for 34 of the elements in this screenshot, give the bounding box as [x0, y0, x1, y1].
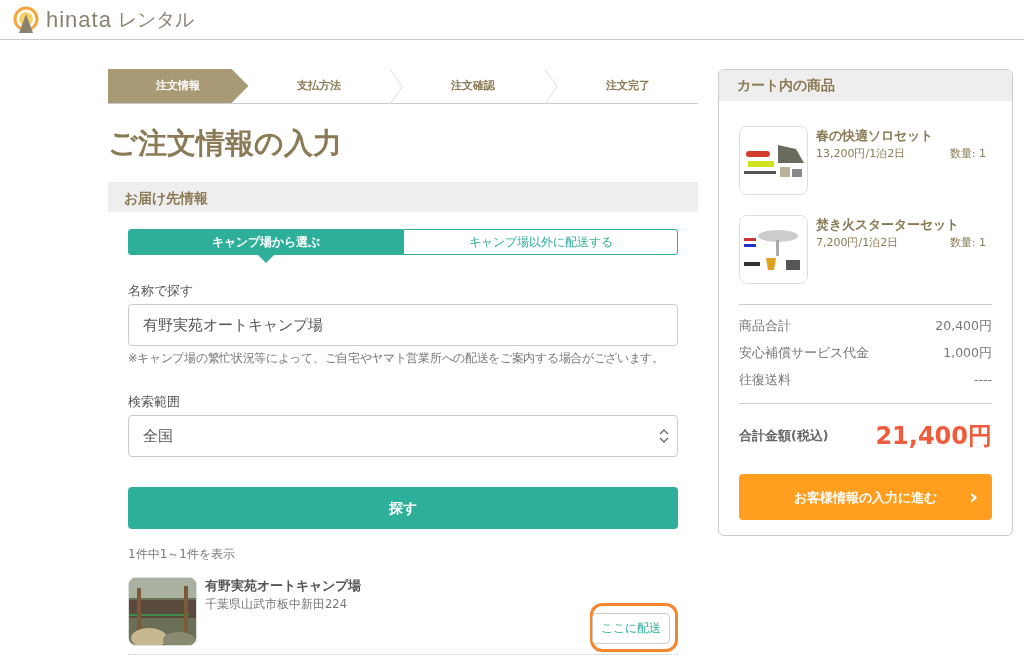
summary-label: 安心補償サービス代金 — [739, 343, 869, 362]
campsite-name: 有野実苑オートキャンプ場 — [205, 577, 361, 596]
total-price: 21,400円 — [875, 421, 992, 453]
campsite-address: 千葉県山武市板中新田224 — [205, 596, 348, 614]
field-label: 名称で探す — [128, 281, 194, 300]
summary-label: 往復送料 — [739, 370, 791, 389]
product-quantity: 数量: 1 — [949, 234, 986, 251]
product-price: 13,200円/1泊2日 — [816, 145, 906, 162]
logo-subtitle: レンタル — [117, 7, 194, 33]
page-title: ご注文情報の入力 — [108, 125, 343, 162]
product-price: 7,200円/1泊2日 — [816, 234, 899, 251]
product-name: 焚き火スターターセット — [816, 216, 960, 234]
product-quantity: 数量: 1 — [949, 145, 986, 162]
section-header: お届け先情報 — [108, 181, 698, 212]
step-label: 注文完了 — [604, 77, 651, 94]
search-button[interactable]: 探す — [128, 487, 678, 530]
product-name: 春の快適ソロセット — [816, 127, 934, 145]
summary-value: ---- — [973, 370, 992, 389]
result-count: 1件中1～1件を表示 — [128, 546, 236, 564]
summary-value: 1,000円 — [943, 343, 992, 362]
deliver-here-button[interactable]: ここに配送 — [592, 613, 670, 645]
summary-label: 商品合計 — [739, 317, 791, 335]
area-select[interactable]: 全国 — [128, 415, 678, 458]
step-label: 注文確認 — [450, 77, 497, 94]
total-label: 合計金額(税込) — [739, 426, 829, 445]
note-text: ※キャンプ場の繁忙状況等によって、ご自宅やヤマト営業所への配送をご案内する場合がございます。 — [128, 352, 665, 366]
name-input-field[interactable]: 有野実苑オートキャンプ場 — [128, 304, 678, 346]
cart-title: カート内の商品 — [719, 70, 1012, 101]
logo-text: hinata — [46, 6, 112, 34]
step-label: 支払方法 — [295, 77, 342, 94]
delivery-tab[interactable]: キャンプ場以外に配送する — [403, 228, 678, 255]
summary-value: 20,400円 — [935, 317, 992, 335]
field-label: 検索範囲 — [128, 392, 181, 411]
checkout-button[interactable]: お客様情報の入力に進む › — [739, 474, 992, 521]
